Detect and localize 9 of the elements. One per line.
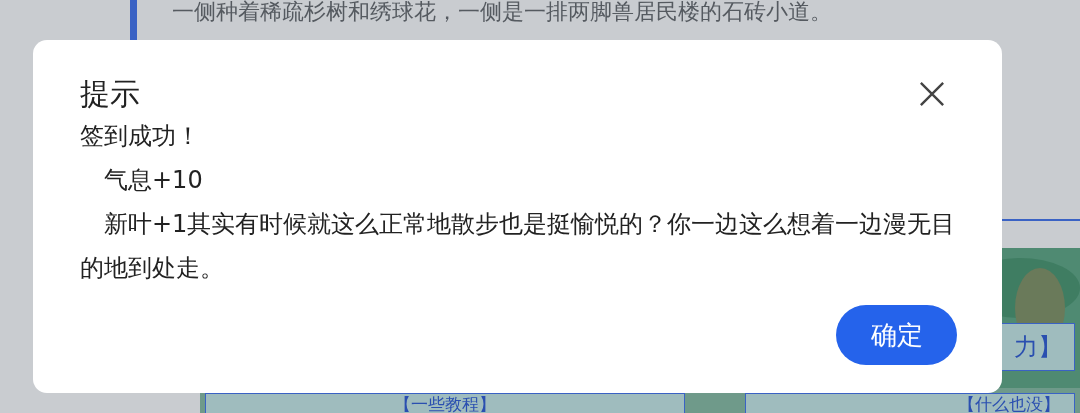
message-text: 签到成功！ xyxy=(80,121,201,152)
story-paragraph: 一侧种着稀疏杉树和绣球花，一侧是一排两脚兽居民楼的石砖小道。 xyxy=(172,0,832,26)
dialog-title: 提示 xyxy=(80,75,140,113)
background-button[interactable]: 【一些教程】 xyxy=(205,393,685,413)
message-text: 新叶+1其实有时候就这么正常地散步也是挺愉悦的？你一边这么想着一边漫无目的地到处走。 xyxy=(80,209,957,284)
close-icon[interactable] xyxy=(919,81,945,107)
background-button[interactable]: 【什么也没】 xyxy=(745,393,1075,413)
confirm-button[interactable]: 确定 xyxy=(836,305,957,365)
message-text: 气息+10 xyxy=(103,165,204,196)
